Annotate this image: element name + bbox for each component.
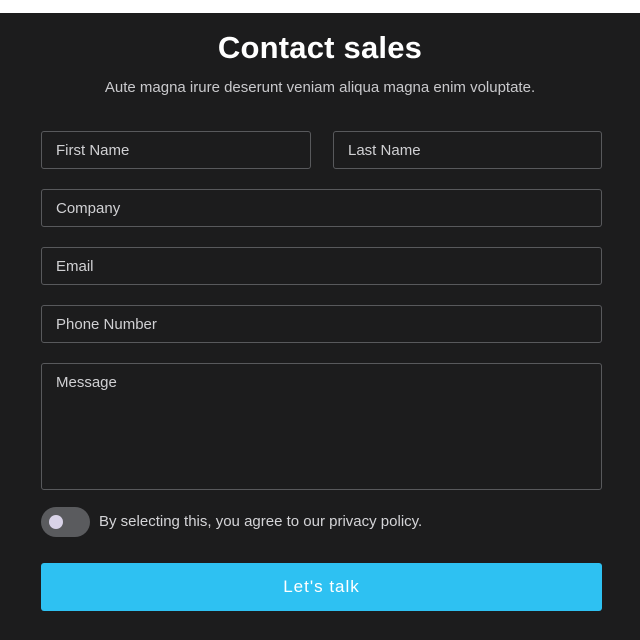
first-name-field[interactable] bbox=[41, 131, 311, 169]
email-field[interactable] bbox=[41, 247, 602, 285]
page-subtitle: Aute magna irure deserunt veniam aliqua … bbox=[104, 79, 536, 96]
last-name-field[interactable] bbox=[333, 131, 602, 169]
top-edge bbox=[0, 0, 640, 13]
message-field[interactable] bbox=[41, 363, 602, 490]
page-title: Contact sales bbox=[217, 30, 423, 65]
toggle-knob bbox=[49, 515, 63, 529]
privacy-consent-label: By selecting this, you agree to our priv… bbox=[99, 513, 423, 530]
company-field[interactable] bbox=[41, 189, 602, 227]
lets-talk-button[interactable]: Let's talk bbox=[41, 563, 602, 611]
privacy-policy-toggle[interactable] bbox=[41, 507, 90, 537]
contact-form-panel: Contact sales Aute magna irure deserunt … bbox=[0, 13, 640, 640]
phone-number-field[interactable] bbox=[41, 305, 602, 343]
